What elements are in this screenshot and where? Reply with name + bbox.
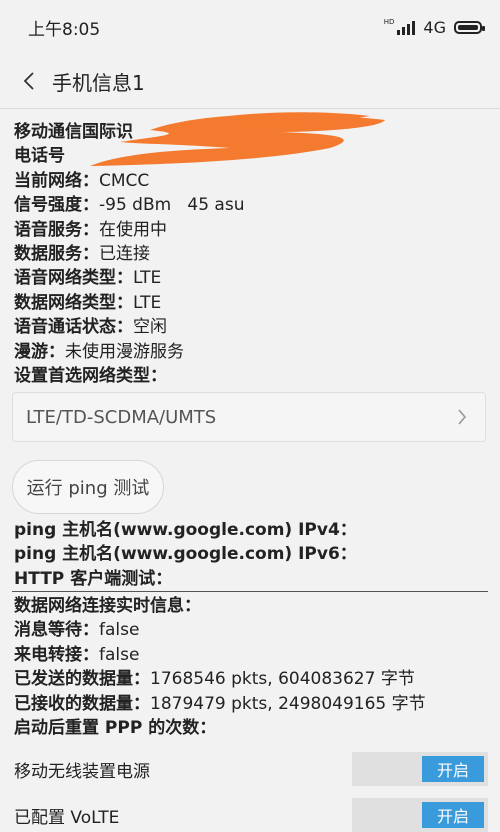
run-ping-test-button[interactable]: 运行 ping 测试 [12, 460, 164, 514]
radio-power-toggle[interactable]: 开启 [352, 752, 488, 786]
http-client-test-row: HTTP 客户端测试： [14, 568, 173, 589]
info-row: 数据网络连接实时信息： [14, 596, 201, 616]
ping-ipv6-row: ping 主机名(www.google.com) IPv6： [14, 544, 357, 565]
ping-results: ping 主机名(www.google.com) IPv4： ping 主机名(… [14, 518, 494, 591]
radio-power-row: 移动无线装置电源 开启 [14, 752, 488, 786]
ping-ipv4-row: ping 主机名(www.google.com) IPv4： [14, 520, 357, 540]
status-icons: HD 4G [384, 17, 485, 37]
info-row: 语音网络类型：LTE [14, 268, 162, 289]
preferred-network-dropdown[interactable]: LTE/TD-SCDMA/UMTS [12, 392, 486, 442]
section-divider [12, 591, 488, 592]
info-row: 语音服务：在使用中 [14, 219, 167, 240]
info-row: 漫游：未使用漫游服务 [14, 341, 184, 362]
chevron-right-icon [458, 409, 467, 425]
info-row: 消息等待：false [14, 620, 140, 641]
chevron-left-icon [23, 72, 34, 90]
run-ping-test-label: 运行 ping 测试 [26, 478, 150, 499]
volte-label: 已配置 VoLTE [14, 807, 120, 828]
preferred-network-value: LTE/TD-SCDMA/UMTS [26, 406, 217, 428]
info-row: 当前网络：CMCC [14, 170, 150, 191]
info-row: 移动通信国际识 [14, 122, 133, 142]
radio-power-label: 移动无线装置电源 [14, 761, 150, 782]
realtime-info-list: 数据网络连接实时信息： 消息等待：false 来电转接：false 已发送的数据… [14, 594, 494, 740]
info-row: 已发送的数据量：1768546 pkts, 604083627 字节 [14, 669, 415, 690]
signal-icon: HD [384, 19, 416, 35]
volte-row: 已配置 VoLTE 开启 [14, 798, 488, 832]
info-row: 语音通话状态：空闲 [14, 317, 167, 338]
info-row: 启动后重置 PPP 的次数： [14, 718, 217, 739]
info-row: 数据服务：已连接 [14, 244, 150, 265]
hd-label: HD [383, 18, 395, 26]
volte-toggle[interactable]: 开启 [352, 798, 488, 832]
info-row: 电话号 [14, 146, 65, 167]
info-row: 设置首选网络类型： [14, 366, 167, 387]
title-divider [0, 108, 500, 109]
status-time: 上午8:05 [28, 19, 101, 40]
back-button[interactable] [6, 54, 52, 108]
info-row: 已接收的数据量：1879479 pkts, 2498049165 字节 [14, 693, 426, 714]
info-row: 数据网络类型：LTE [14, 292, 162, 313]
title-bar: 手机信息1 [0, 54, 500, 108]
page-title: 手机信息1 [52, 70, 145, 95]
info-row: 信号强度：-95 dBm 45 asu [14, 195, 245, 216]
info-row: 来电转接：false [14, 644, 140, 665]
toggle-state: 开启 [422, 756, 484, 782]
network-type: 4G [423, 17, 446, 37]
phone-info-list: 移动通信国际识 电话号 当前网络：CMCC 信号强度：-95 dBm 45 as… [14, 120, 494, 388]
battery-icon [454, 20, 485, 34]
toggle-state: 开启 [422, 802, 484, 828]
status-bar: 上午8:05 HD 4G [0, 0, 500, 54]
